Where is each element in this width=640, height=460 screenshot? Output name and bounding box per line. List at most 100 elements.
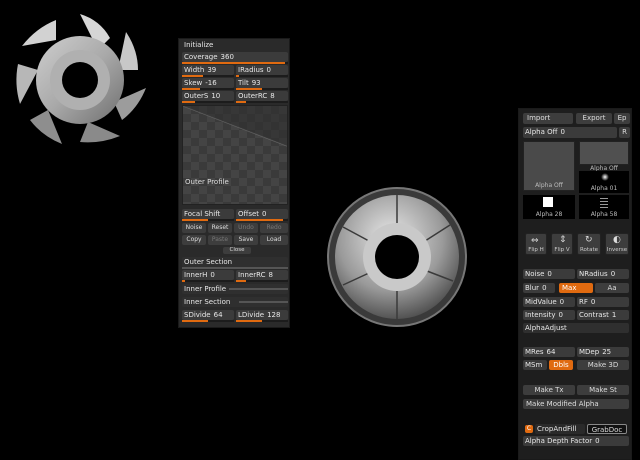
r-button[interactable]: R <box>619 127 630 138</box>
iradius-slider[interactable]: IRadius 0 <box>236 65 288 75</box>
noise-slider[interactable]: Noise 0 <box>523 269 575 279</box>
make-3d-button[interactable]: Make 3D <box>577 360 629 370</box>
copy-button[interactable]: Copy <box>182 235 206 245</box>
ldivide-label: LDivide <box>238 311 265 319</box>
rotate-icon: ↻ <box>585 235 593 245</box>
outers-value: 10 <box>211 92 221 100</box>
width-slider[interactable]: Width 39 <box>182 65 234 75</box>
load-button[interactable]: Load <box>260 235 288 245</box>
dbls-button[interactable]: Dbls <box>549 360 573 370</box>
tilt-track[interactable] <box>236 88 288 90</box>
aa-button[interactable]: Aa <box>595 283 629 293</box>
sdivide-fill <box>182 320 208 322</box>
alpha-thumb-58[interactable]: Alpha 58 <box>579 195 629 219</box>
contrast-value: 1 <box>611 311 617 319</box>
focal-shift-label: Focal Shift <box>184 210 221 218</box>
mdep-label: MDep <box>579 348 600 356</box>
alpha-thumb-current-label: Alpha Off <box>535 182 563 189</box>
coverage-track[interactable] <box>182 62 288 64</box>
profile-curve-line <box>183 106 287 147</box>
inverse-icon: ◐ <box>613 235 621 245</box>
innerh-track[interactable] <box>182 280 234 282</box>
import-button[interactable]: Import <box>523 113 573 124</box>
make-tx-button[interactable]: Make Tx <box>523 385 575 395</box>
offset-slider[interactable]: Offset 0 <box>236 209 288 219</box>
coverage-slider[interactable]: Coverage 360 <box>182 52 288 62</box>
save-button[interactable]: Save <box>234 235 258 245</box>
outer-section-curve[interactable]: Outer Section <box>182 257 288 267</box>
alpha-off-slider[interactable]: Alpha Off 0 <box>523 127 617 138</box>
flip-v-button[interactable]: ⇕ Flip V <box>551 233 573 255</box>
mdep-slider[interactable]: MDep 25 <box>577 347 629 357</box>
contrast-label: Contrast <box>579 311 609 319</box>
msm-label: MSm <box>525 361 543 369</box>
alpha-thumb-28[interactable]: Alpha 28 <box>523 195 575 219</box>
redo-button[interactable]: Redo <box>260 223 288 233</box>
initialize-panel: Initialize Coverage 360 Width 39 IRadius 0 … <box>178 38 290 328</box>
flip-h-label: Flip H <box>528 247 544 253</box>
rf-slider[interactable]: RF 0 <box>577 297 629 307</box>
outerrc-slider[interactable]: OuterRC 8 <box>236 91 288 101</box>
innerh-slider[interactable]: InnerH 0 <box>182 270 234 280</box>
offset-fill <box>236 219 283 221</box>
focal-shift-slider[interactable]: Focal Shift <box>182 209 234 219</box>
close-button[interactable]: Close <box>223 247 251 254</box>
sdivide-slider[interactable]: SDivide 64 <box>182 310 234 320</box>
tilt-slider[interactable]: Tilt 93 <box>236 78 288 88</box>
alpha-depth-factor-slider[interactable]: Alpha Depth Factor 0 <box>523 436 629 446</box>
flip-h-icon: ⇔ <box>531 236 539 246</box>
grab-doc-button[interactable]: GrabDoc <box>587 424 627 434</box>
max-button[interactable]: Max <box>559 283 593 293</box>
reset-button[interactable]: Reset <box>208 223 232 233</box>
skew-track[interactable] <box>182 88 234 90</box>
undo-button[interactable]: Undo <box>234 223 258 233</box>
flip-h-button[interactable]: ⇔ Flip H <box>525 233 547 255</box>
ldivide-track[interactable] <box>236 320 288 322</box>
outers-track[interactable] <box>182 101 234 103</box>
alpha-thumb-01-label: Alpha 01 <box>590 185 618 192</box>
inverse-button[interactable]: ◐ Inverse <box>605 233 629 255</box>
crop-and-fill-button[interactable]: CropAndFill <box>535 424 585 434</box>
width-track[interactable] <box>182 75 234 77</box>
outers-slider[interactable]: OuterS 10 <box>182 91 234 101</box>
alpha-thumb-01[interactable]: Alpha 01 <box>579 171 629 193</box>
alpha-thumb-28-label: Alpha 28 <box>535 211 563 218</box>
noise-button[interactable]: Noise <box>182 223 206 233</box>
alpha-thumb-off[interactable]: Alpha Off <box>579 141 629 172</box>
nradius-value: 0 <box>610 270 616 278</box>
nradius-slider[interactable]: NRadius 0 <box>577 269 629 279</box>
ep-button[interactable]: Ep <box>614 113 630 124</box>
midvalue-slider[interactable]: MidValue 0 <box>523 297 575 307</box>
crop-and-fill-icon[interactable]: C <box>525 425 533 433</box>
outerrc-value: 8 <box>270 92 275 100</box>
initialize-title: Initialize <box>184 41 214 49</box>
innerrc-track[interactable] <box>236 280 288 282</box>
gear-shape-preview <box>16 14 146 144</box>
export-button[interactable]: Export <box>576 113 612 124</box>
flip-v-icon: ⇕ <box>559 235 567 245</box>
iradius-track[interactable] <box>236 75 288 77</box>
intensity-slider[interactable]: Intensity 0 <box>523 310 575 320</box>
contrast-slider[interactable]: Contrast 1 <box>577 310 629 320</box>
skew-label: Skew <box>184 79 203 87</box>
sdivide-track[interactable] <box>182 320 234 322</box>
outerrc-track[interactable] <box>236 101 288 103</box>
make-modified-alpha-button[interactable]: Make Modified Alpha <box>523 399 629 409</box>
rf-value: 0 <box>590 298 596 306</box>
ldivide-slider[interactable]: LDivide 128 <box>236 310 288 320</box>
offset-track[interactable] <box>236 219 288 221</box>
msm-slider[interactable]: MSm <box>523 360 547 370</box>
mres-slider[interactable]: MRes 64 <box>523 347 575 357</box>
skew-slider[interactable]: Skew -16 <box>182 78 234 88</box>
innerrc-slider[interactable]: InnerRC 8 <box>236 270 288 280</box>
paste-button[interactable]: Paste <box>208 235 232 245</box>
blur-slider[interactable]: Blur 0 <box>523 283 555 293</box>
alpha-adjust-curve[interactable]: AlphaAdjust <box>523 323 629 333</box>
make-st-button[interactable]: Make St <box>577 385 629 395</box>
innerh-fill <box>182 280 185 282</box>
rotate-button[interactable]: ↻ Rotate <box>577 233 601 255</box>
focal-shift-track[interactable] <box>182 219 234 221</box>
outer-profile-curve[interactable]: Outer Profile <box>182 105 288 205</box>
alpha-thumb-current[interactable]: Alpha Off <box>523 141 575 191</box>
outer-section-label: Outer Section <box>184 258 233 266</box>
